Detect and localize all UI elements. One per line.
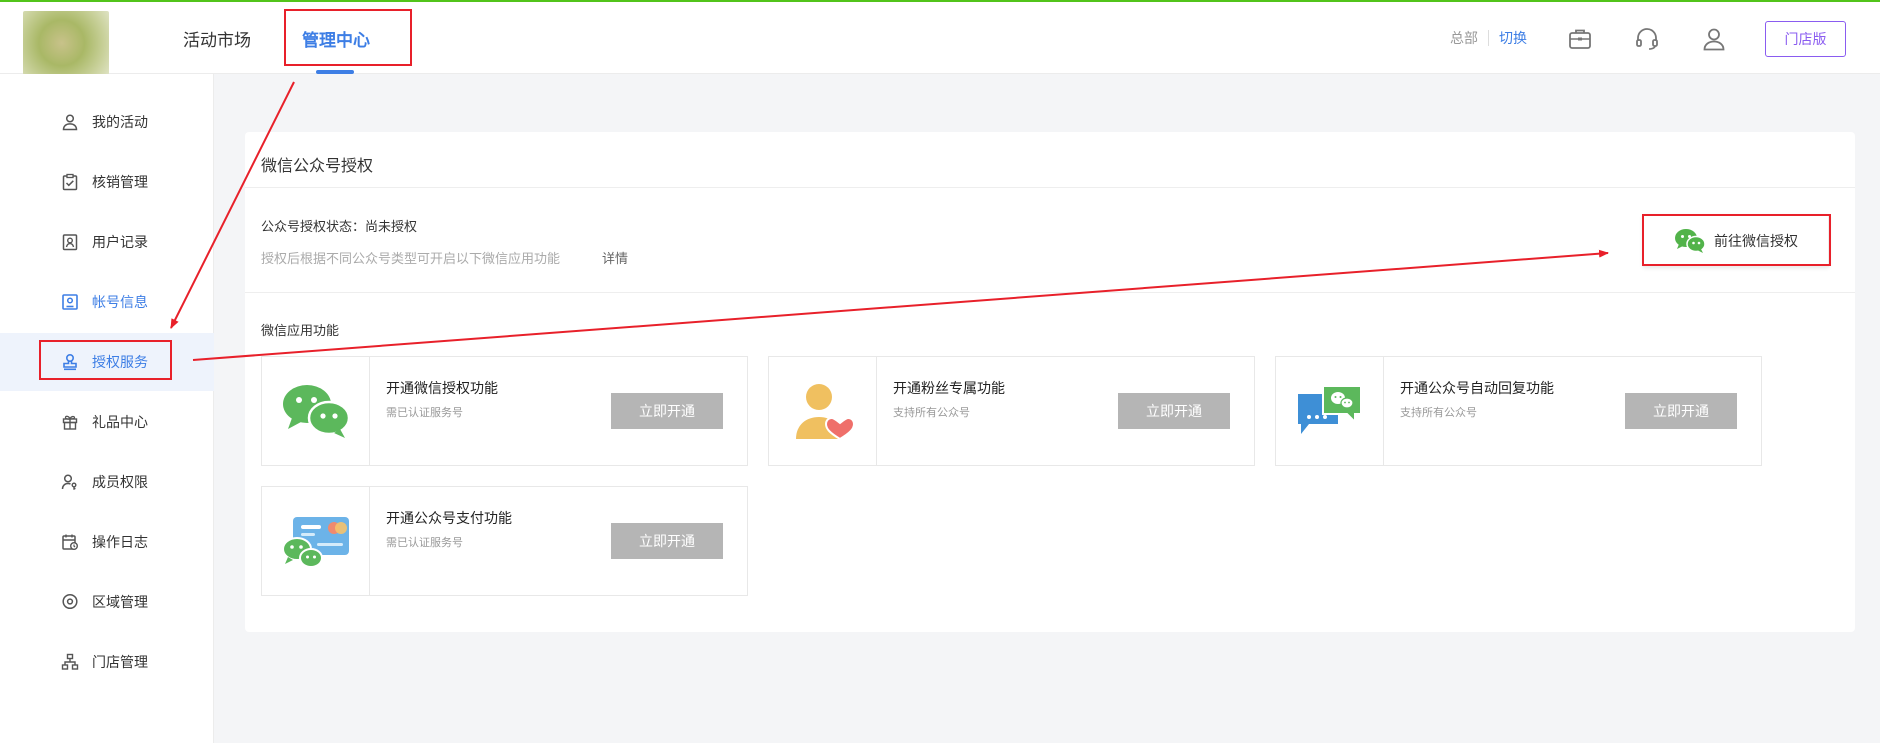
user-icon[interactable] — [1701, 26, 1727, 52]
sidebar: 我的活动 核销管理 用户记录 帐号信息 授权服务 礼品中心 成员权限 操作日志 … — [0, 74, 214, 743]
gift-icon — [62, 415, 78, 430]
stamp-icon — [63, 353, 77, 371]
switch-link[interactable]: 切换 — [1499, 28, 1527, 48]
brand-logo[interactable] — [23, 11, 109, 75]
member-key-icon — [61, 474, 77, 490]
sidebar-item-label: 礼品中心 — [92, 415, 148, 431]
sidebar-item-user-records[interactable]: 用户记录 — [0, 213, 214, 271]
enable-now-button[interactable]: 立即开通 — [611, 523, 723, 559]
feature-subtitle: 支持所有公众号 — [893, 406, 970, 419]
org-switcher: 总部 切换 — [1450, 2, 1527, 74]
feature-icon-box — [262, 357, 370, 465]
location-icon — [62, 593, 78, 610]
details-link[interactable]: 详情 — [602, 248, 628, 267]
feature-icon-box — [769, 357, 877, 465]
briefcase-icon[interactable] — [1567, 26, 1593, 52]
user-record-icon — [62, 234, 78, 251]
wechat-icon — [1675, 229, 1706, 253]
feature-card-wechat-pay: 开通公众号支付功能 需已认证服务号 立即开通 — [261, 486, 748, 596]
headset-icon[interactable] — [1634, 26, 1660, 52]
wechat-pay-card-icon — [281, 517, 349, 568]
sidebar-item-operation-log[interactable]: 操作日志 — [0, 513, 214, 571]
org-tree-icon — [61, 653, 79, 670]
fan-heart-icon — [795, 384, 855, 441]
feature-card-fan-exclusive: 开通粉丝专属功能 支持所有公众号 立即开通 — [768, 356, 1255, 466]
title-divider — [245, 187, 1855, 188]
authorization-hint: 授权后根据不同公众号类型可开启以下微信应用功能 — [261, 252, 561, 267]
sidebar-item-label: 成员权限 — [92, 475, 148, 491]
sidebar-item-account-info[interactable]: 帐号信息 — [0, 273, 214, 331]
feature-card-wechat-auth: 开通微信授权功能 需已认证服务号 立即开通 — [261, 356, 748, 466]
nav-management-center[interactable]: 管理中心 — [302, 2, 370, 74]
sidebar-item-label: 门店管理 — [92, 655, 148, 671]
feature-subtitle: 支持所有公众号 — [1400, 406, 1477, 419]
feature-title: 开通公众号支付功能 — [386, 511, 512, 527]
sidebar-item-label: 区域管理 — [92, 595, 148, 611]
section-divider — [245, 292, 1855, 293]
feature-icon-box — [262, 487, 370, 595]
person-icon — [62, 114, 78, 131]
sidebar-item-authorization-service[interactable]: 授权服务 — [0, 333, 214, 391]
feature-title: 开通微信授权功能 — [386, 381, 498, 397]
sidebar-item-verification[interactable]: 核销管理 — [0, 153, 214, 211]
feature-subtitle: 需已认证服务号 — [386, 406, 463, 419]
auto-reply-icon — [1297, 385, 1362, 434]
hq-label: 总部 — [1450, 31, 1478, 47]
authorization-status: 公众号授权状态：尚未授权 — [261, 220, 418, 235]
sidebar-item-label: 授权服务 — [92, 355, 148, 371]
store-edition-button[interactable]: 门店版 — [1765, 21, 1846, 57]
sidebar-item-member-permissions[interactable]: 成员权限 — [0, 453, 214, 511]
go-wechat-authorize-button[interactable]: 前往微信授权 — [1643, 215, 1829, 267]
page-title: 微信公众号授权 — [261, 156, 374, 175]
sidebar-item-label: 帐号信息 — [92, 295, 148, 311]
calendar-log-icon — [62, 534, 78, 550]
sidebar-item-gift-center[interactable]: 礼品中心 — [0, 393, 214, 451]
sidebar-item-label: 核销管理 — [92, 175, 148, 191]
sidebar-item-my-activities[interactable]: 我的活动 — [0, 93, 214, 151]
sidebar-item-label: 用户记录 — [92, 235, 148, 251]
sidebar-item-store-management[interactable]: 门店管理 — [0, 633, 214, 691]
enable-now-button[interactable]: 立即开通 — [1625, 393, 1737, 429]
sidebar-item-label: 操作日志 — [92, 535, 148, 551]
top-bar: 活动市场 管理中心 总部 切换 门店版 — [0, 2, 1880, 75]
feature-title: 开通粉丝专属功能 — [893, 381, 1005, 397]
go-wechat-authorize-label: 前往微信授权 — [1714, 234, 1798, 250]
feature-card-auto-reply: 开通公众号自动回复功能 支持所有公众号 立即开通 — [1275, 356, 1762, 466]
sidebar-item-label: 我的活动 — [92, 115, 148, 131]
nav-activity-market[interactable]: 活动市场 — [183, 2, 251, 74]
feature-title: 开通公众号自动回复功能 — [1400, 381, 1554, 397]
wechat-features-label: 微信应用功能 — [261, 324, 340, 339]
feature-icon-box — [1276, 357, 1384, 465]
switch-divider — [1488, 30, 1489, 46]
feature-subtitle: 需已认证服务号 — [386, 536, 463, 549]
id-card-icon — [62, 294, 78, 310]
wechat-icon — [282, 385, 350, 438]
enable-now-button[interactable]: 立即开通 — [1118, 393, 1230, 429]
wechat-authorization-card: 微信公众号授权 公众号授权状态：尚未授权 授权后根据不同公众号类型可开启以下微信… — [245, 132, 1855, 632]
sidebar-item-area-management[interactable]: 区域管理 — [0, 573, 214, 631]
nav-active-indicator — [316, 70, 354, 74]
clipboard-check-icon — [62, 173, 78, 191]
enable-now-button[interactable]: 立即开通 — [611, 393, 723, 429]
